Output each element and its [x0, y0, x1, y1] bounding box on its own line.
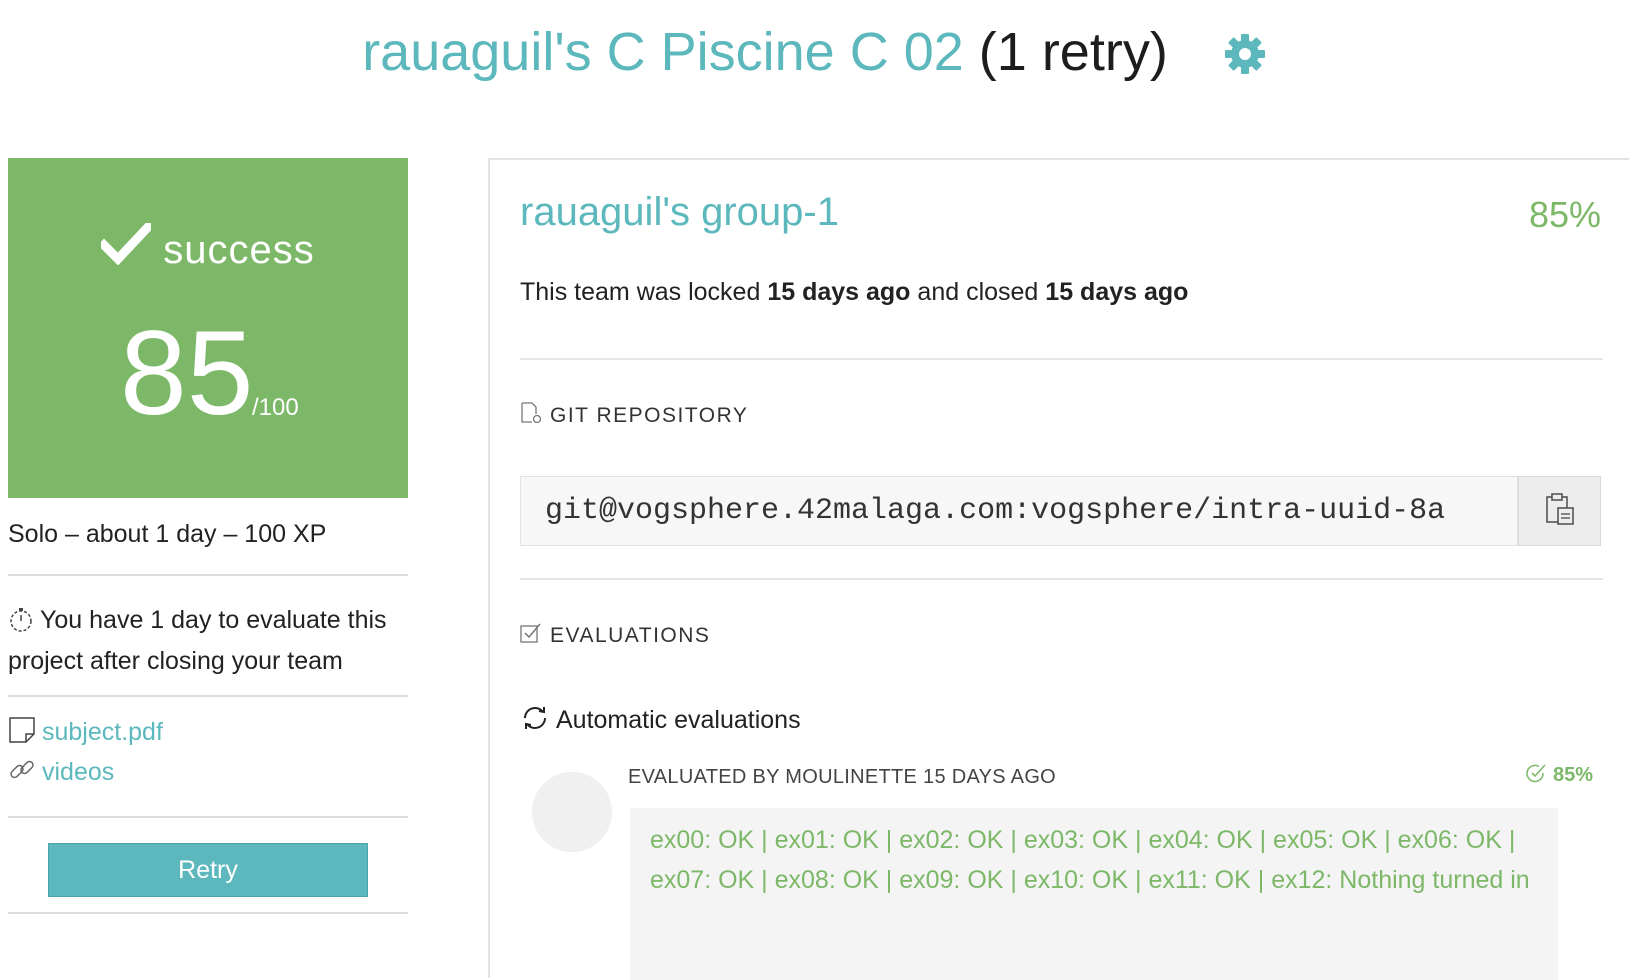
team-status: This team was locked 15 days ago and clo…	[520, 278, 1188, 307]
check-circle-icon	[1525, 763, 1547, 785]
evaluations-text: EVALUATIONS	[550, 624, 711, 647]
repository-url-field[interactable]	[520, 476, 1518, 546]
checkbox-icon	[520, 622, 542, 644]
divider	[520, 358, 1603, 360]
checkmark-icon	[97, 221, 155, 266]
refresh-icon	[520, 703, 550, 733]
videos-link-text[interactable]: videos	[42, 758, 114, 786]
divider	[8, 912, 408, 914]
project-title: rauaguil's C Piscine C 02	[362, 22, 964, 82]
retry-button[interactable]: Retry	[48, 843, 368, 897]
document-icon	[8, 716, 36, 744]
evaluate-note: You have 1 day to evaluate this project …	[8, 600, 408, 682]
repository-url-input[interactable]	[521, 477, 1517, 545]
group-name[interactable]: rauaguil's group-1	[520, 190, 839, 235]
closed-time: 15 days ago	[1045, 278, 1189, 306]
stopwatch-icon	[8, 605, 34, 633]
score-max: /100	[252, 394, 299, 421]
subject-link[interactable]: subject.pdf	[8, 716, 163, 747]
team-panel: rauaguil's group-1 85% This team was loc…	[488, 158, 1629, 980]
score-card: success 85 /100	[8, 158, 408, 498]
score-value: 85	[120, 306, 254, 440]
clipboard-icon	[1543, 492, 1577, 531]
gear-icon[interactable]	[1223, 26, 1267, 74]
git-repository-label: GIT REPOSITORY	[520, 402, 749, 428]
evaluation-score-text: 85%	[1552, 764, 1593, 786]
subject-link-text[interactable]: subject.pdf	[42, 718, 163, 746]
evaluator-info: EVALUATED BY MOULINETTE 15 DAYS AGO	[628, 766, 1057, 788]
group-score: 85%	[1528, 194, 1601, 235]
avatar	[532, 772, 612, 852]
evaluate-note-text: You have 1 day to evaluate this project …	[8, 606, 387, 675]
team-status-middle: and closed	[910, 278, 1046, 306]
locked-time: 15 days ago	[767, 278, 911, 306]
page-title: rauaguil's C Piscine C 02 (1 retry)	[0, 20, 1629, 84]
team-status-prefix: This team was locked	[520, 278, 768, 306]
link-icon	[8, 756, 36, 784]
status-text: success	[163, 228, 315, 272]
project-meta: Solo – about 1 day – 100 XP	[8, 520, 327, 548]
automatic-evaluations-text: Automatic evaluations	[556, 706, 801, 734]
divider	[8, 816, 408, 818]
evaluation-score: 85%	[1525, 764, 1593, 787]
divider	[8, 574, 408, 576]
retry-count: (1 retry)	[978, 22, 1168, 82]
videos-link[interactable]: videos	[8, 758, 114, 787]
copy-button[interactable]	[1518, 476, 1601, 546]
evaluations-label: EVALUATIONS	[520, 622, 711, 648]
divider	[520, 578, 1603, 580]
automatic-evaluations-heading: Automatic evaluations	[520, 706, 801, 736]
status-label: success	[8, 221, 408, 273]
git-repository-text: GIT REPOSITORY	[550, 404, 749, 427]
evaluation-output: ex00: OK | ex01: OK | ex02: OK | ex03: O…	[630, 808, 1558, 980]
divider	[8, 695, 408, 697]
repository-file-icon	[520, 402, 542, 424]
